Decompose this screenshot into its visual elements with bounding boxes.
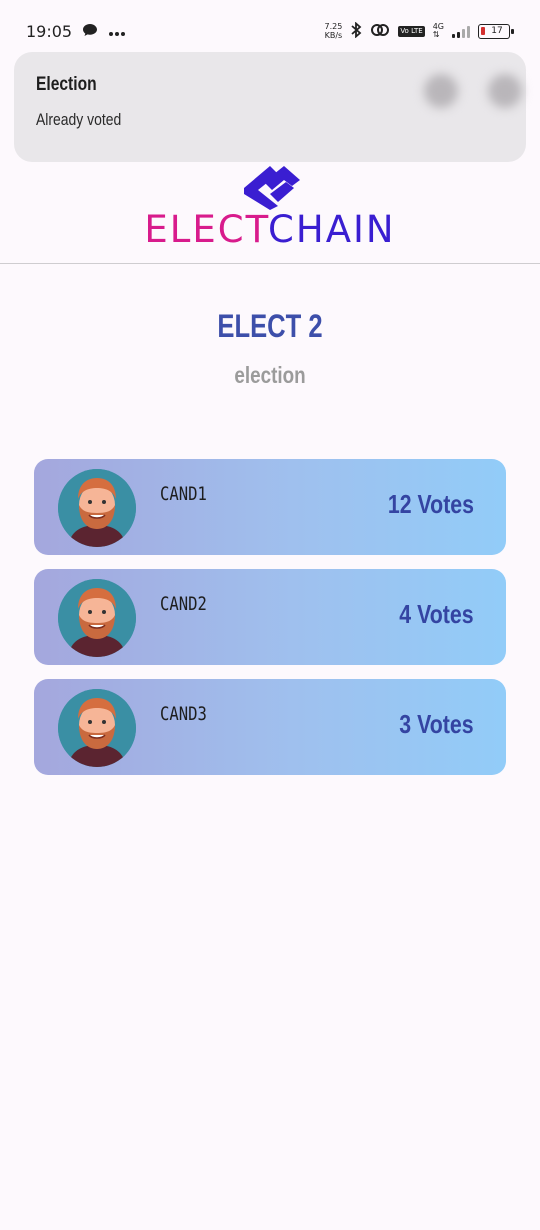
volte-icon: Vo LTE	[398, 25, 425, 37]
candidate-votes: 12 Votes	[387, 489, 474, 519]
candidate-card[interactable]: CAND2 4 Votes	[34, 569, 506, 665]
network-speed: 7.25 KB/s	[325, 22, 343, 40]
status-right: 7.25 KB/s Vo LTE 4G ⇅ 17	[325, 21, 514, 41]
electchain-logo-icon	[240, 160, 304, 214]
notification-action-icon[interactable]	[424, 74, 458, 108]
candidate-name: CAND2	[160, 593, 207, 615]
status-left: 19:05	[26, 22, 126, 41]
bluetooth-icon	[350, 21, 362, 41]
speed-value: 7.25	[324, 22, 343, 31]
battery-level: 17	[491, 26, 503, 36]
brand-elect: ELECT	[144, 208, 269, 251]
notification-banner[interactable]: Election Already voted	[14, 52, 526, 162]
election-title: ELECT 2	[217, 308, 323, 344]
brand-chain: CHAIN	[268, 208, 396, 251]
chat-bubble-icon	[82, 22, 98, 41]
candidate-card[interactable]: CAND1 12 Votes	[34, 459, 506, 555]
election-subtitle: election	[234, 362, 306, 388]
more-dots-icon	[108, 22, 126, 41]
notification-body: Already voted	[36, 110, 122, 129]
notification-expand-icon[interactable]	[488, 74, 522, 108]
candidate-avatar	[58, 469, 136, 547]
status-time: 19:05	[26, 21, 73, 41]
candidate-votes: 4 Votes	[399, 599, 474, 629]
link-icon	[370, 23, 390, 40]
app-header: ELECTCHAIN	[0, 150, 540, 264]
data-arrows: ⇅	[432, 30, 440, 39]
speed-unit: KB/s	[324, 31, 343, 40]
candidate-avatar	[58, 689, 136, 767]
brand-wordmark: ELECTCHAIN	[0, 208, 540, 251]
candidate-avatar	[58, 579, 136, 657]
candidate-votes: 3 Votes	[399, 709, 474, 739]
network-type: 4G ⇅	[433, 23, 444, 39]
candidate-name: CAND3	[160, 703, 207, 725]
signal-icon	[452, 24, 470, 38]
candidate-card[interactable]: CAND3 3 Votes	[34, 679, 506, 775]
notification-title: Election	[36, 74, 97, 95]
candidate-name: CAND1	[160, 483, 207, 505]
battery-icon: 17	[478, 23, 514, 39]
